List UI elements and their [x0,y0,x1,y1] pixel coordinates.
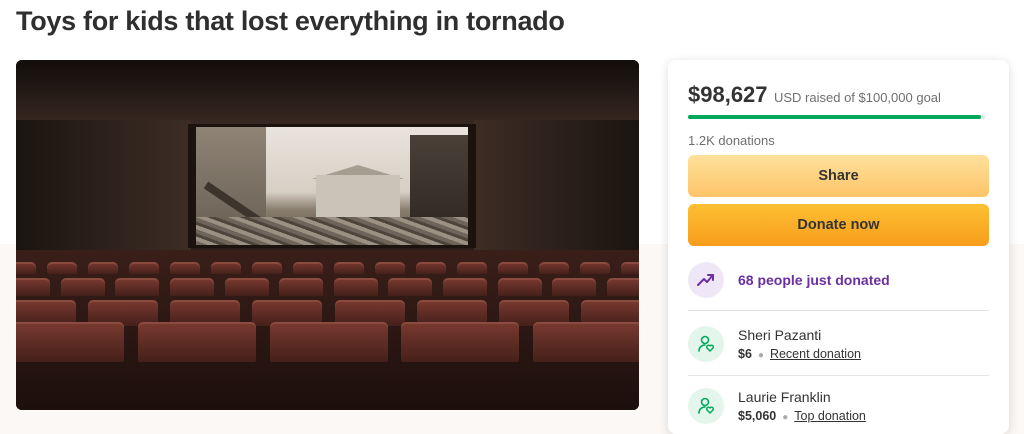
theater-seat [88,262,118,274]
theater-seat [224,278,269,296]
theater-seat [47,262,77,274]
momentum-text: 68 people just donated [738,272,890,288]
top-donation-link[interactable]: Top donation [794,409,866,423]
divider [688,375,989,376]
divider [688,310,989,311]
donor-item: Laurie Franklin $5,060 ● Top donation [688,384,989,428]
theater-seats [16,250,639,410]
theater-seat [211,262,241,274]
theater-seat [375,262,405,274]
theater-seat [621,262,639,274]
theater-seat [115,278,160,296]
progress-bar-fill [688,115,981,119]
theater-seat [334,262,364,274]
theater-seat [16,278,50,296]
theater-seat [129,262,159,274]
theater-seat [443,278,487,296]
page-title: Toys for kids that lost everything in to… [16,6,565,36]
donation-card: $98,627 USD raised of $100,000 goal 1.2K… [668,60,1009,434]
theater-seat [416,262,446,274]
theater-seat [457,262,487,274]
donor-amount: $6 [738,347,752,361]
donor-name: Sheri Pazanti [738,327,822,343]
goal-text: USD raised of $100,000 goal [773,90,941,105]
theater-screen-opening [188,124,476,248]
theater-seat [401,322,520,362]
theater-seat [16,262,36,274]
donor-heart-icon [688,388,724,424]
theater-seat [533,322,639,362]
theater-seat [606,278,639,296]
damaged-house [316,175,400,223]
donor-heart-icon [688,326,724,362]
theater-seat [252,262,282,274]
donation-momentum: 68 people just donated [688,260,989,300]
debris [196,217,468,245]
donor-name: Laurie Franklin [738,389,831,405]
campaign-hero-image [16,60,639,410]
donate-now-button[interactable]: Donate now [688,204,989,246]
theater-seat [293,262,323,274]
donor-amount: $5,060 [738,409,777,423]
trending-up-icon [688,262,724,298]
theater-seat [497,278,542,296]
theater-seat [60,278,105,296]
theater-seat [539,262,569,274]
theater-seat [552,278,597,296]
theater-seat [279,278,324,296]
donation-count: 1.2K donations [688,133,775,148]
share-button[interactable]: Share [688,155,989,197]
amount-raised-line: $98,627 USD raised of $100,000 goal [688,82,941,108]
theater-seat [170,262,200,274]
theater-seat [388,278,433,296]
theater-seat [16,322,124,362]
amount-raised: $98,627 [688,82,768,107]
theater-seat [169,278,214,296]
theater-seat [137,322,256,362]
theater-seat [580,262,610,274]
donor-item: Sheri Pazanti $6 ● Recent donation [688,322,989,366]
theater-seat [498,262,528,274]
theater-seat [269,322,388,362]
theater-seat [333,278,378,296]
progress-bar [688,115,985,119]
recent-donation-link[interactable]: Recent donation [770,347,861,361]
